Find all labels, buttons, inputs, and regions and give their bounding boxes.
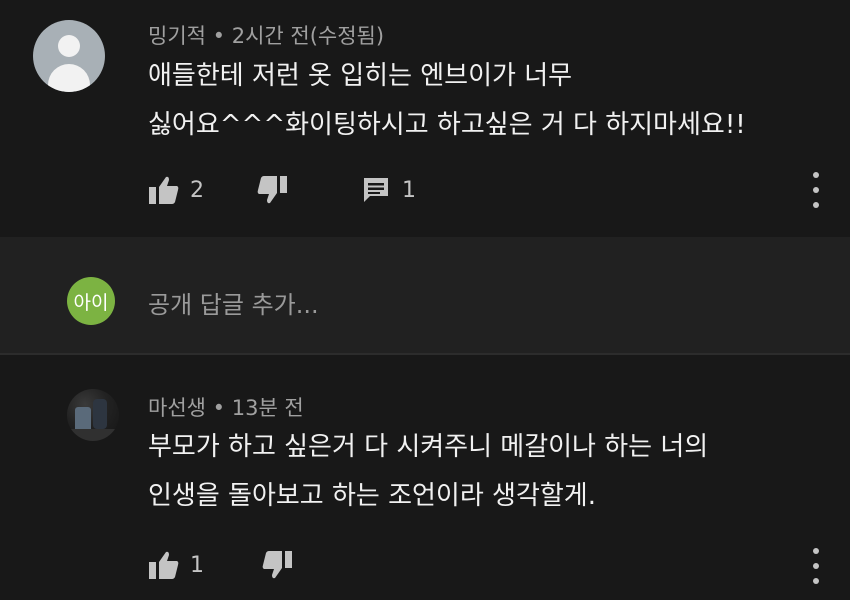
dislike-button[interactable] [261, 550, 293, 580]
comment-text-line: 인생을 돌아보고 하는 조언이라 생각할게. [148, 481, 596, 511]
comment-actions: 2 1 [148, 170, 416, 210]
comment-item: 밍기적 • 2시간 전(수정됨) 애들한테 저런 옷 입히는 엔브이가 너무 싫… [0, 0, 850, 237]
like-button[interactable]: 1 [148, 550, 204, 580]
avatar[interactable] [67, 389, 119, 441]
thumbs-down-icon [257, 176, 287, 204]
comment-text-line: 부모가 하고 싶은거 다 시켜주니 메갈이나 하는 너의 [148, 432, 709, 462]
thumbs-up-icon [149, 551, 179, 579]
reply-input-area [0, 237, 850, 353]
like-count: 1 [190, 552, 204, 578]
like-count: 2 [190, 177, 204, 203]
user-avatar[interactable]: 아이 [67, 277, 115, 325]
thumbs-up-icon [149, 176, 179, 204]
comment-time: 13분 전 [231, 396, 304, 420]
meta-separator: • [212, 396, 232, 420]
thumbs-down-icon [262, 551, 292, 579]
comment-author[interactable]: 밍기적 [148, 24, 206, 48]
reply-input[interactable]: 공개 답글 추가... [148, 285, 319, 320]
comment-text-line: 애들한테 저런 옷 입히는 엔브이가 너무 [148, 61, 573, 91]
default-avatar-icon[interactable] [33, 20, 105, 92]
reply-count: 1 [402, 177, 416, 203]
meta-separator: • [212, 24, 232, 48]
comment-actions: 1 [148, 545, 293, 585]
like-button[interactable]: 2 [148, 175, 204, 205]
dislike-button[interactable] [256, 175, 288, 205]
comment-icon [364, 178, 388, 202]
comment-time: 2시간 전(수정됨) [231, 24, 385, 48]
more-vertical-icon[interactable] [810, 548, 822, 584]
comment-meta: 마선생 • 13분 전 [148, 392, 304, 422]
comment-author[interactable]: 마선생 [148, 396, 206, 420]
reply-button[interactable]: 1 [362, 176, 416, 204]
comment-meta: 밍기적 • 2시간 전(수정됨) [148, 20, 384, 50]
comment-text-line: 싫어요^^^화이팅하시고 하고싶은 거 다 하지마세요!! [148, 110, 746, 140]
more-vertical-icon[interactable] [810, 172, 822, 208]
